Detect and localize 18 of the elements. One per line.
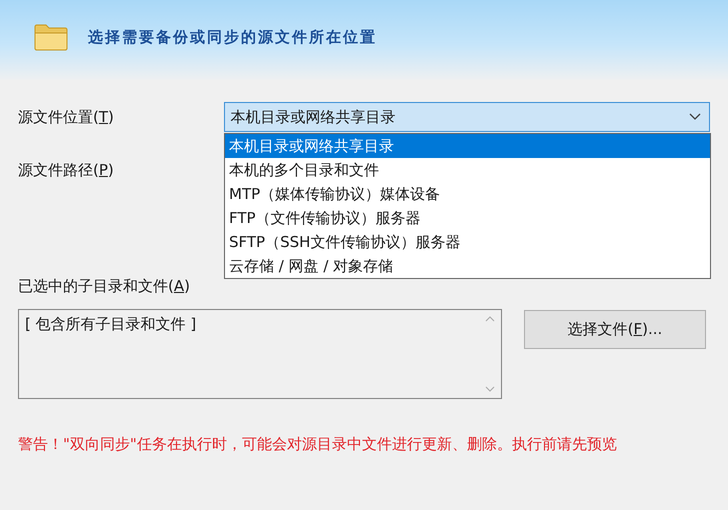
dropdown-option[interactable]: 本机目录或网络共享目录: [225, 134, 710, 158]
header-title: 选择需要备份或同步的源文件所在位置: [88, 28, 377, 46]
dropdown-option[interactable]: SFTP（SSH文件传输协议）服务器: [225, 230, 710, 254]
dropdown-option[interactable]: 本机的多个目录和文件: [225, 158, 710, 182]
field-label: 源文件路径(P): [18, 160, 115, 180]
dropdown-option[interactable]: 云存储 / 网盘 / 对象存储: [225, 254, 710, 278]
scroll-up-icon: [485, 316, 495, 322]
dropdown-option[interactable]: FTP（文件传输协议）服务器: [225, 206, 710, 230]
dropdown[interactable]: 本机目录或网络共享目录: [224, 102, 710, 132]
scroll-down-icon: [485, 386, 495, 392]
dropdown-option[interactable]: MTP（媒体传输协议）媒体设备: [225, 182, 710, 206]
chevron-down-icon: [689, 113, 701, 121]
select-files-button[interactable]: 选择文件(F)...: [524, 310, 706, 349]
warning-text: 警告！"双向同步"任务在执行时，可能会对源目录中文件进行更新、删除。执行前请先预览: [18, 435, 618, 454]
list-item[interactable]: [ 包含所有子目录和文件 ]: [25, 315, 196, 334]
folder-icon: [34, 23, 68, 51]
field-label: 源文件位置(T): [18, 108, 115, 126]
section-label: 已选中的子目录和文件(A): [18, 277, 191, 296]
